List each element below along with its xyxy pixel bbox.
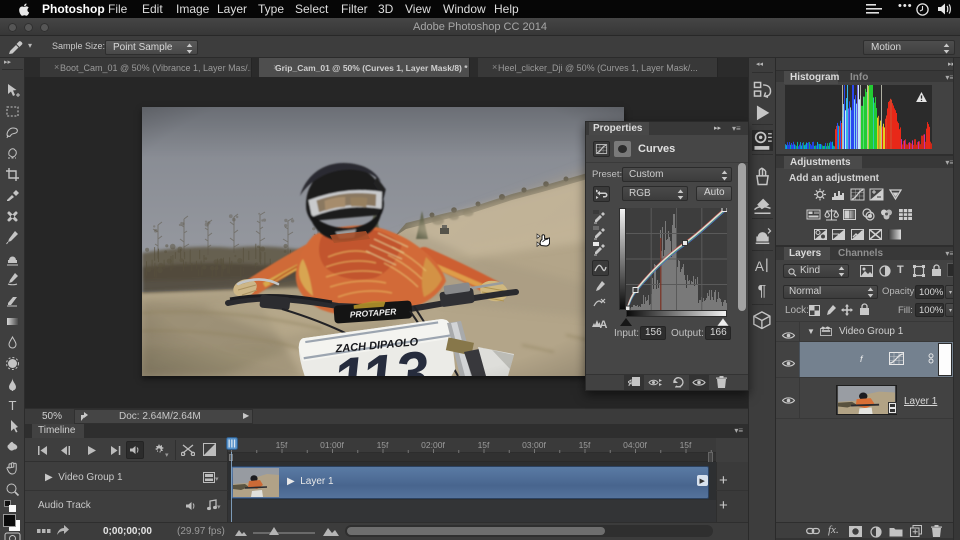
svg-text:¶: ¶ bbox=[758, 282, 767, 300]
svg-text:T: T bbox=[9, 398, 17, 413]
svg-text:A: A bbox=[600, 319, 608, 329]
svg-text:A: A bbox=[755, 259, 765, 274]
